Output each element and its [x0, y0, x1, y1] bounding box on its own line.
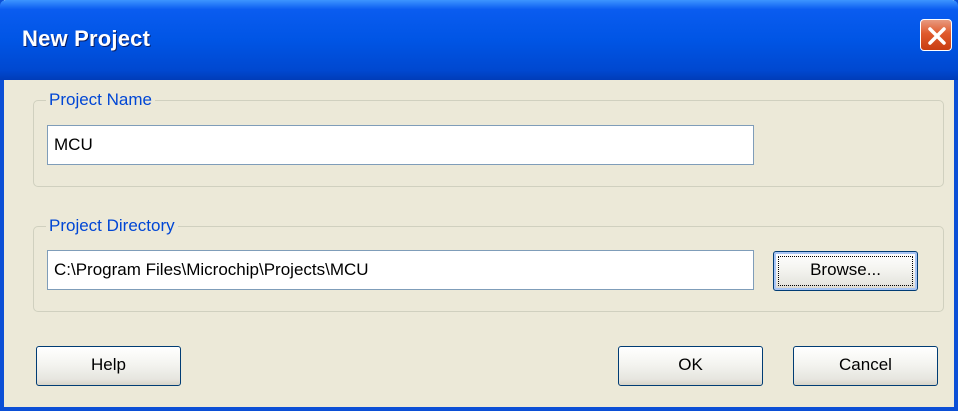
title-bar[interactable]: New Project — [0, 0, 958, 80]
project-name-input[interactable]: MCU — [47, 125, 754, 165]
browse-button[interactable]: Browse... — [773, 251, 918, 291]
window-title: New Project — [22, 26, 151, 51]
close-icon — [928, 27, 946, 45]
new-project-dialog: New Project Project Name MCU Project Dir… — [0, 0, 958, 411]
project-directory-input[interactable]: C:\Program Files\Microchip\Projects\MCU — [47, 250, 754, 290]
project-name-label: Project Name — [46, 90, 155, 110]
help-button[interactable]: Help — [36, 346, 181, 386]
cancel-button[interactable]: Cancel — [793, 346, 938, 386]
ok-button[interactable]: OK — [618, 346, 763, 386]
project-directory-label: Project Directory — [46, 216, 178, 236]
close-button[interactable] — [920, 19, 952, 51]
